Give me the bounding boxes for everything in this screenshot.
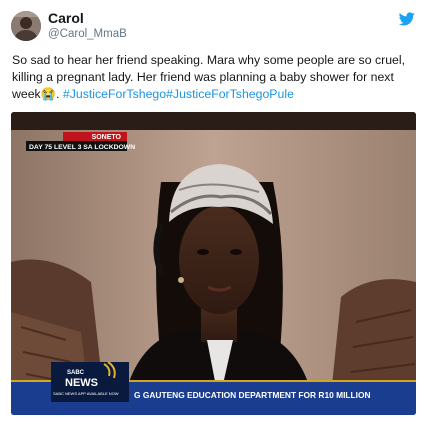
tv-channel-tag: SONETO	[92, 134, 122, 141]
hashtag-link[interactable]: #JusticeForTshego	[63, 87, 166, 101]
tweet-media-image[interactable]: SONETO DAY 75 LEVEL 3 SA LOCKDOWN SABC N…	[11, 112, 416, 415]
user-display-name[interactable]: Carol	[48, 10, 84, 26]
news-ticker-text: G GAUTENG EDUCATION DEPARTMENT FOR R10 M…	[134, 390, 371, 400]
tweet-card: Carol @Carol_MmaB So sad to hear her fri…	[0, 0, 429, 423]
news-logo-top: SABC	[67, 370, 85, 376]
twitter-bird-icon[interactable]	[399, 12, 415, 26]
tweet-text: So sad to hear her friend speaking. Mara…	[12, 52, 420, 103]
user-avatar[interactable]	[11, 11, 41, 41]
crying-emoji-icon: 😭	[40, 87, 57, 101]
hashtag-link[interactable]: #JusticeForTshegoPule	[166, 87, 294, 101]
news-logo-sub: SABC NEWS APP AVAILABLE NOW	[53, 391, 119, 396]
news-logo-main: NEWS	[65, 377, 98, 389]
user-handle[interactable]: @Carol_MmaB	[48, 28, 127, 40]
tweet-text-punct: .	[56, 87, 63, 101]
tv-lockdown-label: DAY 75 LEVEL 3 SA LOCKDOWN	[29, 144, 135, 151]
